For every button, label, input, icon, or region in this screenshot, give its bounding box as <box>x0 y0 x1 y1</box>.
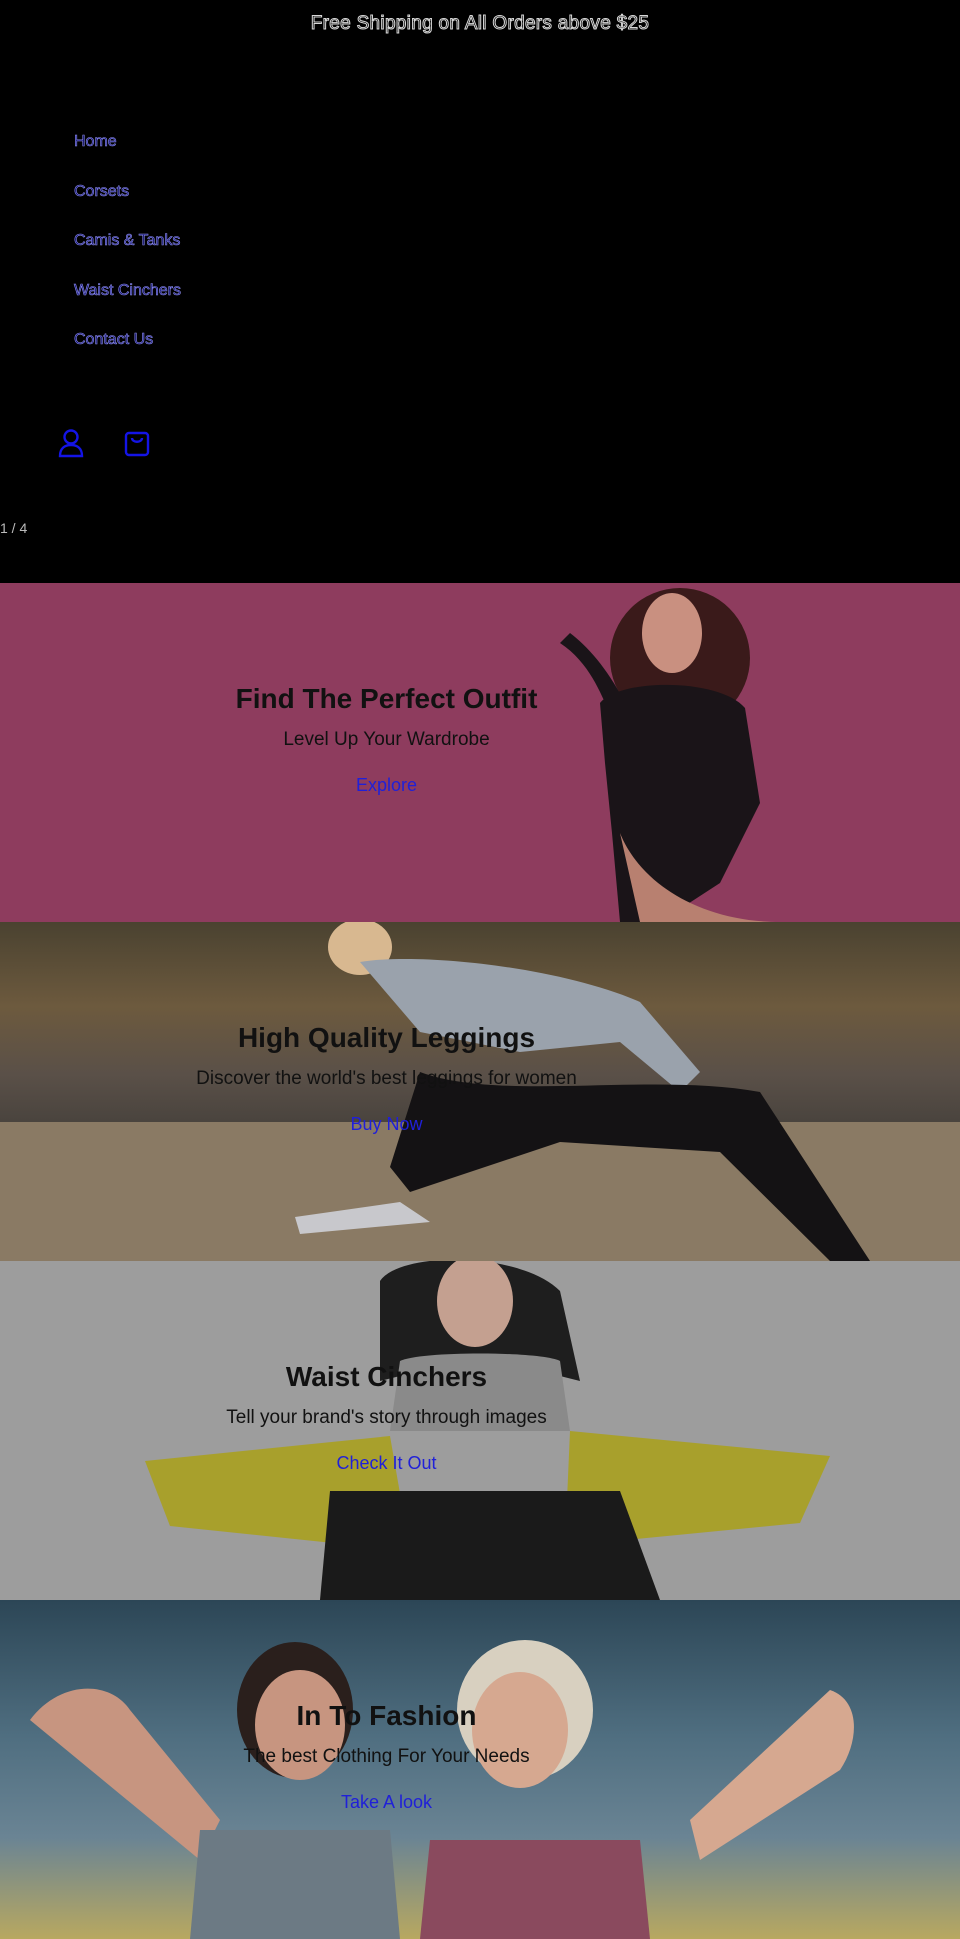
slide-in-to-fashion: In To Fashion The best Clothing For Your… <box>0 1600 960 1939</box>
slide-heading: High Quality Leggings <box>237 1022 536 1053</box>
buy-now-button[interactable]: Buy Now <box>350 1114 422 1135</box>
menu-item-contact-us[interactable]: Contact Us <box>74 326 181 376</box>
header-icons <box>58 428 150 458</box>
explore-button[interactable]: Explore <box>356 775 417 796</box>
main-menu: Home Corsets Camis & Tanks Waist Cincher… <box>74 128 182 376</box>
menu-item-home[interactable]: Home <box>74 128 181 178</box>
slide-find-perfect-outfit: Find The Perfect Outfit Level Up Your Wa… <box>0 583 960 922</box>
slide-heading: Waist Cinchers <box>285 1361 488 1392</box>
take-a-look-button[interactable]: Take A look <box>341 1792 432 1813</box>
check-it-out-button[interactable]: Check It Out <box>336 1453 436 1474</box>
slide-content: In To Fashion The best Clothing For Your… <box>0 1700 773 1813</box>
slide-counter: 1 / 4 <box>0 520 28 536</box>
slide-content: Waist Cinchers Tell your brand's story t… <box>0 1361 773 1474</box>
menu-item-waist-cinchers[interactable]: Waist Cinchers <box>74 277 182 327</box>
slide-subheading: Level Up Your Wardrobe <box>283 729 490 750</box>
menu-item-corsets[interactable]: Corsets <box>74 178 181 228</box>
account-icon[interactable] <box>58 428 84 458</box>
slide-subheading: Discover the world's best leggings for w… <box>196 1068 577 1089</box>
slide-waist-cinchers: Waist Cinchers Tell your brand's story t… <box>0 1261 960 1600</box>
announcement-bar: Free Shipping on All Orders above $25 <box>310 13 650 35</box>
slide-subheading: Tell your brand's story through images <box>226 1407 547 1428</box>
slide-heading: Find The Perfect Outfit <box>235 683 538 714</box>
slide-heading: In To Fashion <box>296 1700 477 1731</box>
slide-content: Find The Perfect Outfit Level Up Your Wa… <box>0 683 773 796</box>
menu-item-camis-tanks[interactable]: Camis & Tanks <box>74 227 181 277</box>
slide-content: High Quality Leggings Discover the world… <box>0 1022 773 1135</box>
cart-icon[interactable] <box>124 428 150 458</box>
slide-high-quality-leggings: High Quality Leggings Discover the world… <box>0 922 960 1261</box>
slide-subheading: The best Clothing For Your Needs <box>243 1746 530 1767</box>
